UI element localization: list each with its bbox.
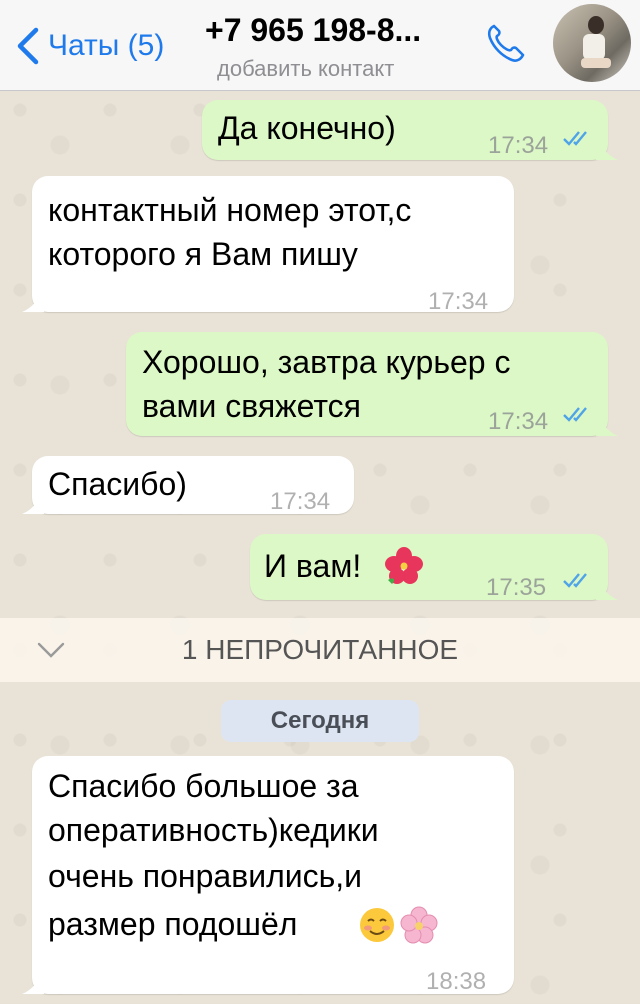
cherry-blossom-icon bbox=[400, 906, 438, 944]
message-time: 17:35 bbox=[486, 574, 547, 601]
contact-title[interactable]: +7 965 198-8... bbox=[205, 12, 465, 49]
message-outgoing[interactable]: Да конечно) 17:34 bbox=[202, 100, 618, 160]
message-text-line-3: очень понравились,и bbox=[48, 858, 363, 894]
message-outgoing[interactable]: Хорошо, завтра курьер с вами свяжется 17… bbox=[126, 332, 618, 436]
message-incoming[interactable]: Спасибо) 17:34 bbox=[22, 456, 354, 515]
message-text-line-2: которого я Вам пишу bbox=[48, 236, 358, 272]
message-text-line-1: контактный номер этот,с bbox=[48, 192, 412, 228]
message-text-line-2: вами свяжется bbox=[142, 388, 361, 424]
message-time: 17:34 bbox=[488, 132, 549, 159]
add-contact-link[interactable]: добавить контакт bbox=[217, 56, 394, 82]
message-text-line-1: Спасибо большое за bbox=[48, 768, 359, 804]
message-text: И вам! bbox=[264, 548, 362, 584]
hibiscus-icon bbox=[385, 547, 423, 584]
unread-divider: 1 НЕПРОЧИТАННОЕ bbox=[0, 618, 640, 682]
message-text: Спасибо) bbox=[48, 466, 187, 502]
message-text-line-2: оперативность)кедики bbox=[48, 812, 379, 848]
phone-icon[interactable] bbox=[480, 18, 530, 68]
chevron-left-icon bbox=[17, 27, 39, 65]
back-button[interactable]: Чаты (5) bbox=[14, 24, 164, 68]
message-incoming[interactable]: Спасибо большое за оперативность)кедики … bbox=[22, 756, 514, 995]
double-check-icon bbox=[563, 131, 587, 146]
double-check-icon bbox=[563, 407, 587, 422]
message-text-line-4: размер подошёл bbox=[48, 906, 298, 942]
message-text: Да конечно) bbox=[218, 110, 396, 146]
contact-avatar[interactable] bbox=[553, 4, 631, 82]
message-incoming[interactable]: контактный номер этот,с которого я Вам п… bbox=[22, 176, 514, 315]
message-time: 18:38 bbox=[426, 968, 487, 995]
chat-header: Чаты (5) +7 965 198-8... добавить контак… bbox=[0, 0, 640, 91]
date-separator: Сегодня bbox=[221, 700, 419, 742]
unread-label: 1 НЕПРОЧИТАННОЕ bbox=[181, 634, 459, 665]
back-label: Чаты (5) bbox=[48, 29, 165, 62]
message-text-line-1: Хорошо, завтра курьер с bbox=[142, 344, 511, 380]
message-time: 17:34 bbox=[428, 288, 489, 315]
smiling-face-icon bbox=[360, 908, 394, 942]
double-check-icon bbox=[563, 573, 587, 588]
message-time: 17:34 bbox=[270, 488, 331, 515]
message-time: 17:34 bbox=[488, 408, 549, 435]
message-outgoing[interactable]: И вам! 17:35 bbox=[250, 534, 618, 601]
